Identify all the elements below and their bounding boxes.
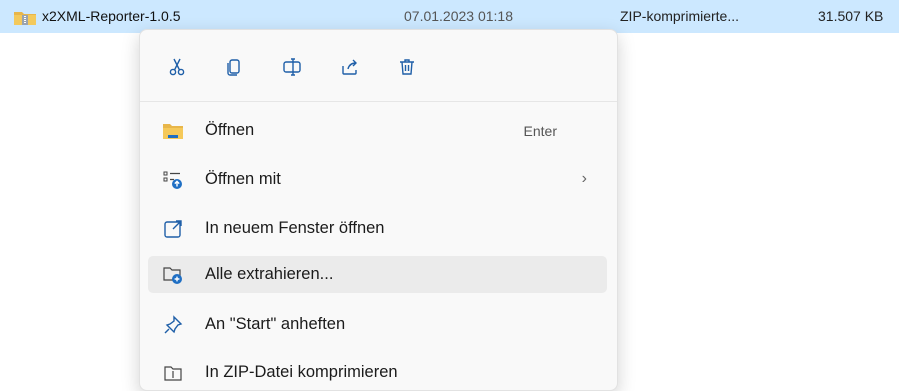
menu-separator (140, 101, 617, 102)
menu-item-label: An "Start" anheften (205, 315, 346, 333)
cut-icon (169, 58, 185, 76)
quick-action-bar (140, 42, 617, 88)
new-window-icon (162, 218, 184, 240)
zip-compress-icon (162, 362, 184, 384)
menu-item-label: Öffnen (205, 121, 255, 139)
context-menu: Öffnen Enter Öffnen mit › In neuem Fenst… (139, 29, 618, 391)
menu-item-pin-to-start[interactable]: An "Start" anheften (148, 306, 607, 343)
delete-icon (400, 59, 414, 75)
shortcut-hint: Enter (523, 123, 557, 139)
menu-item-label: Alle extrahieren... (205, 265, 334, 283)
delete-button[interactable] (392, 52, 422, 82)
folder-open-icon (162, 120, 184, 142)
menu-item-open-new-window[interactable]: In neuem Fenster öffnen (148, 210, 607, 247)
menu-item-open[interactable]: Öffnen Enter (148, 112, 607, 149)
menu-item-label: In neuem Fenster öffnen (205, 219, 385, 237)
file-date: 07.01.2023 01:18 (404, 8, 513, 24)
menu-item-label: Öffnen mit (205, 170, 281, 188)
menu-item-extract-all[interactable]: Alle extrahieren... (148, 256, 607, 293)
rename-icon (283, 58, 301, 76)
rename-button[interactable] (277, 52, 307, 82)
open-with-icon (162, 169, 184, 191)
extract-icon (162, 264, 184, 286)
file-size: 31.507 KB (818, 8, 884, 24)
file-name: x2XML-Reporter-1.0.5 (42, 8, 181, 24)
cut-button[interactable] (162, 52, 192, 82)
menu-item-open-with[interactable]: Öffnen mit › (148, 161, 607, 198)
share-icon (342, 59, 357, 75)
copy-icon (227, 59, 240, 76)
copy-button[interactable] (219, 52, 249, 82)
zip-folder-icon (14, 12, 36, 25)
file-type: ZIP-komprimierte... (620, 8, 740, 24)
chevron-right-icon: › (581, 170, 587, 187)
pin-icon (162, 314, 184, 336)
share-button[interactable] (335, 52, 365, 82)
